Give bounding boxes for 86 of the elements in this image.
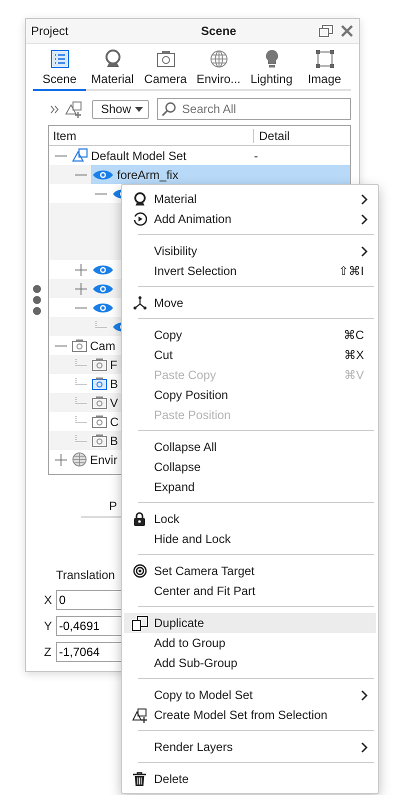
frame-icon bbox=[314, 49, 334, 69]
scene-tab[interactable]: Camera bbox=[139, 47, 192, 91]
menu-item[interactable]: Lock bbox=[124, 509, 376, 529]
menu-item[interactable]: Center and Fit Part bbox=[124, 581, 376, 601]
axis-label: X bbox=[44, 593, 54, 607]
tree-item-label[interactable]: B bbox=[110, 434, 118, 448]
menu-item[interactable]: Copy Position bbox=[124, 385, 376, 405]
menu-item[interactable]: Move bbox=[124, 293, 376, 313]
window-title: Scene bbox=[200, 24, 238, 38]
eye-icon[interactable] bbox=[92, 302, 114, 314]
double-chevron-icon[interactable] bbox=[50, 104, 59, 114]
menu-item[interactable]: Set Camera Target bbox=[124, 561, 376, 581]
shapes-plus-icon bbox=[132, 708, 148, 722]
menu-item[interactable]: Create Model Set from Selection bbox=[124, 705, 376, 725]
shortcut-label: ⌘V bbox=[344, 368, 364, 382]
camera-icon bbox=[72, 339, 87, 352]
menu-item[interactable]: Add Sub-Group bbox=[124, 653, 376, 673]
menu-item[interactable]: Copy ⌘C bbox=[124, 325, 376, 345]
camera-icon bbox=[92, 434, 107, 447]
scene-tab[interactable]: Image bbox=[298, 47, 351, 91]
shapes-icon bbox=[72, 148, 88, 164]
menu-item[interactable]: Material bbox=[124, 189, 376, 209]
eye-icon[interactable] bbox=[92, 168, 114, 180]
menu-item[interactable]: Add Animation bbox=[124, 209, 376, 229]
show-dropdown[interactable]: Show bbox=[92, 100, 150, 118]
detail-cell: - bbox=[254, 148, 258, 162]
camera-icon bbox=[92, 396, 107, 409]
tree-item-label[interactable]: B bbox=[110, 376, 118, 390]
menu-item[interactable]: Delete bbox=[124, 769, 376, 789]
play-circle-icon bbox=[132, 212, 146, 226]
camera-icon bbox=[92, 358, 107, 371]
search-icon bbox=[161, 101, 178, 117]
column-header[interactable]: Item bbox=[49, 128, 254, 142]
tree-item-label[interactable]: Cam bbox=[90, 338, 116, 352]
shortcut-label: ⇧⌘I bbox=[338, 264, 364, 278]
menu-item[interactable]: Collapse bbox=[124, 457, 376, 477]
globe-icon bbox=[208, 49, 228, 69]
translation-label: Translation bbox=[56, 568, 115, 582]
camera-icon bbox=[156, 49, 176, 69]
search-field[interactable]: Search All bbox=[157, 98, 352, 120]
shapes-plus-icon[interactable] bbox=[64, 100, 84, 118]
sphere-on-stand-icon bbox=[132, 192, 146, 206]
tree-item-label[interactable]: C bbox=[110, 414, 119, 428]
scene-tab[interactable]: Enviro... bbox=[192, 47, 245, 91]
close-icon[interactable] bbox=[341, 25, 353, 37]
lock-icon bbox=[133, 512, 146, 526]
axes-icon bbox=[132, 296, 146, 310]
menu-item[interactable]: Add to Group bbox=[124, 633, 376, 653]
menu-item[interactable]: Cut ⌘X bbox=[124, 345, 376, 365]
camera-icon bbox=[92, 377, 107, 390]
caret-icon bbox=[135, 106, 144, 112]
eye-icon[interactable] bbox=[92, 282, 114, 294]
axis-label: Y bbox=[44, 619, 54, 633]
target-icon bbox=[132, 564, 146, 578]
shortcut-label: ⌘C bbox=[343, 328, 364, 342]
splitter-handle-icon[interactable] bbox=[33, 285, 41, 315]
tree-item-label[interactable]: F bbox=[110, 358, 118, 372]
menu-item[interactable]: Invert Selection ⇧⌘I bbox=[124, 261, 376, 281]
properties-tab[interactable]: P bbox=[81, 499, 118, 516]
scene-tab[interactable]: Lighting bbox=[245, 47, 298, 91]
tree-item-label[interactable]: foreArm_fix bbox=[117, 168, 178, 182]
menu-item[interactable]: Collapse All bbox=[124, 437, 376, 457]
list-icon bbox=[50, 49, 70, 69]
duplicate-icon bbox=[132, 616, 148, 630]
menu-item[interactable]: Render Layers bbox=[124, 737, 376, 757]
restore-window-icon[interactable] bbox=[319, 25, 333, 37]
menu-item[interactable]: Visibility bbox=[124, 241, 376, 261]
trash-icon bbox=[133, 772, 146, 786]
camera-icon bbox=[92, 415, 107, 428]
axis-label: Z bbox=[44, 645, 52, 659]
scene-tab[interactable]: Material bbox=[86, 47, 139, 91]
tree-item-label[interactable]: Envir bbox=[90, 452, 118, 466]
menu-item[interactable]: Hide and Lock bbox=[124, 529, 376, 549]
tree-item-label[interactable]: Default Model Set bbox=[91, 148, 186, 162]
globe-icon bbox=[72, 452, 87, 467]
selected-row-highlight[interactable]: foreArm_fix bbox=[91, 165, 350, 184]
eye-icon[interactable] bbox=[92, 264, 114, 276]
column-header[interactable]: Detail bbox=[254, 128, 290, 142]
menu-item[interactable]: Expand bbox=[124, 477, 376, 497]
tree-item-label[interactable]: V bbox=[110, 396, 118, 410]
panel-tab-title[interactable]: Project bbox=[31, 24, 68, 38]
sphere-on-stand-icon bbox=[102, 49, 122, 69]
menu-item[interactable]: Duplicate bbox=[124, 613, 376, 633]
menu-item[interactable]: Copy to Model Set bbox=[124, 685, 376, 705]
scene-tab[interactable]: Scene bbox=[33, 47, 86, 91]
shortcut-label: ⌘X bbox=[344, 348, 364, 362]
